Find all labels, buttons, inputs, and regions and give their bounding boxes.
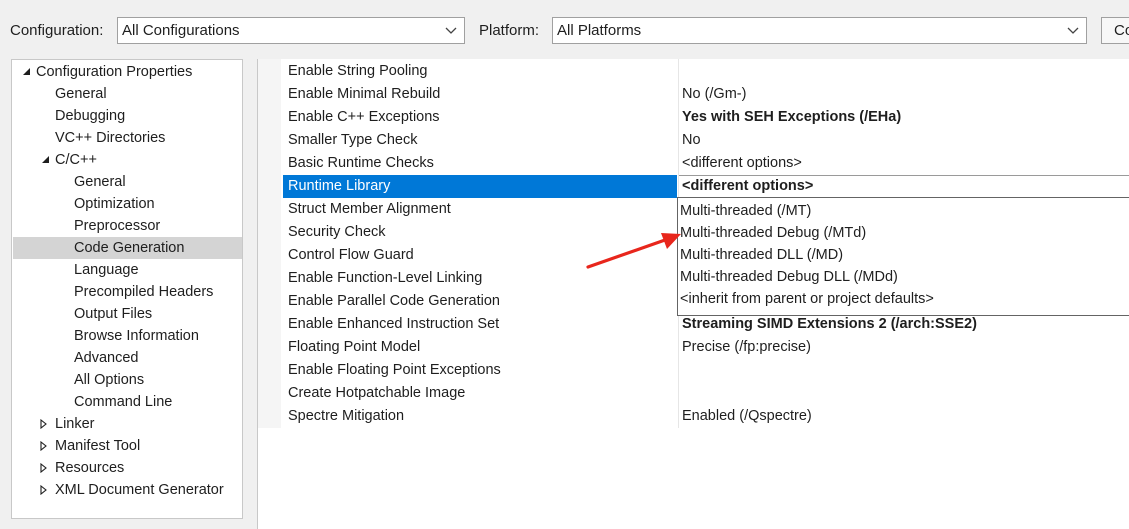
property-row[interactable]: Basic Runtime Checks <different options> (258, 152, 1129, 175)
property-name: Floating Point Model (288, 339, 421, 355)
tree-item-general[interactable]: General (55, 83, 107, 105)
dropdown-option-mt[interactable]: Multi-threaded (/MT) (680, 200, 811, 222)
property-name: Enable Enhanced Instruction Set (288, 316, 500, 332)
tree-item-manifest-tool[interactable]: Manifest Tool (55, 435, 140, 457)
tree-item-precompiled-headers[interactable]: Precompiled Headers (74, 281, 213, 303)
triangle-collapsed-icon[interactable] (39, 419, 49, 429)
annotation-arrow-icon (586, 233, 681, 269)
property-value: Precise (/fp:precise) (682, 339, 811, 355)
property-name: Enable String Pooling (288, 63, 428, 79)
runtime-library-dropdown-list[interactable]: Multi-threaded (/MT) Multi-threaded Debu… (677, 197, 1129, 316)
property-name: Enable Parallel Code Generation (288, 293, 500, 309)
tree-item-preprocessor[interactable]: Preprocessor (74, 215, 160, 237)
chevron-down-icon (445, 27, 457, 34)
property-row[interactable]: Enable Enhanced Instruction Set Streamin… (258, 313, 1129, 336)
property-row[interactable]: Enable Minimal Rebuild No (/Gm-) (258, 83, 1129, 106)
property-name: Smaller Type Check (288, 132, 418, 148)
property-row[interactable]: Smaller Type Check No (258, 129, 1129, 152)
tree-item-xml-document-generator[interactable]: XML Document Generator (55, 479, 224, 501)
property-value: <different options> (682, 155, 802, 171)
property-row[interactable]: Enable String Pooling (258, 60, 1129, 83)
tree-item-linker[interactable]: Linker (55, 413, 95, 435)
tree-item-vc-directories[interactable]: VC++ Directories (55, 127, 165, 149)
property-value: Enabled (/Qspectre) (682, 408, 812, 424)
property-name: Enable C++ Exceptions (288, 109, 440, 125)
property-row[interactable]: Enable Floating Point Exceptions (258, 359, 1129, 382)
property-name: Runtime Library (288, 178, 391, 194)
property-row-runtime-library[interactable]: Runtime Library <different options> (258, 175, 1129, 198)
configuration-dropdown[interactable]: All Configurations (117, 17, 465, 44)
property-row[interactable]: Floating Point Model Precise (/fp:precis… (258, 336, 1129, 359)
triangle-collapsed-icon[interactable] (39, 441, 49, 451)
property-name: Control Flow Guard (288, 247, 414, 263)
tree-item-advanced[interactable]: Advanced (74, 347, 139, 369)
dropdown-option-mtd[interactable]: Multi-threaded Debug (/MTd) (680, 222, 866, 244)
property-name: Enable Function-Level Linking (288, 270, 483, 286)
triangle-collapsed-icon[interactable] (39, 485, 49, 495)
configuration-manager-button-label: Co (1114, 22, 1129, 39)
tree-item-c-cpp[interactable]: C/C++ (55, 149, 97, 171)
configuration-value: All Configurations (122, 22, 240, 39)
chevron-down-icon (1067, 27, 1079, 34)
tree-item-cpp-general[interactable]: General (74, 171, 126, 193)
property-name: Spectre Mitigation (288, 408, 405, 424)
dropdown-option-mdd[interactable]: Multi-threaded Debug DLL (/MDd) (680, 266, 898, 288)
tree-item-language[interactable]: Language (74, 259, 139, 281)
property-value: <different options> (682, 178, 814, 194)
tree-item-output-files[interactable]: Output Files (74, 303, 152, 325)
tree-item-configuration-properties[interactable]: Configuration Properties (36, 61, 192, 83)
tree-item-code-generation[interactable]: Code Generation (74, 237, 184, 259)
dropdown-option-inherit[interactable]: <inherit from parent or project defaults… (680, 288, 934, 310)
property-name: Create Hotpatchable Image (288, 385, 466, 401)
property-row[interactable]: Spectre Mitigation Enabled (/Qspectre) (258, 405, 1129, 428)
tree-item-debugging[interactable]: Debugging (55, 105, 125, 127)
property-value: Yes with SEH Exceptions (/EHa) (682, 109, 902, 125)
tree-item-resources[interactable]: Resources (55, 457, 124, 479)
tree-item-browse-information[interactable]: Browse Information (74, 325, 199, 347)
property-value: No (682, 132, 701, 148)
tree-item-all-options[interactable]: All Options (74, 369, 144, 391)
property-name: Security Check (288, 224, 386, 240)
platform-dropdown[interactable]: All Platforms (552, 17, 1087, 44)
property-name: Enable Floating Point Exceptions (288, 362, 501, 378)
triangle-collapsed-icon[interactable] (39, 463, 49, 473)
property-name: Struct Member Alignment (288, 201, 451, 217)
property-name: Enable Minimal Rebuild (288, 86, 441, 102)
property-name: Basic Runtime Checks (288, 155, 434, 171)
triangle-expanded-icon[interactable] (22, 67, 32, 77)
platform-value: All Platforms (557, 22, 642, 39)
configuration-manager-button[interactable]: Co (1101, 17, 1129, 44)
property-row[interactable]: Enable C++ Exceptions Yes with SEH Excep… (258, 106, 1129, 129)
dropdown-option-md[interactable]: Multi-threaded DLL (/MD) (680, 244, 843, 266)
tree-item-optimization[interactable]: Optimization (74, 193, 155, 215)
property-row[interactable]: Create Hotpatchable Image (258, 382, 1129, 405)
configuration-label: Configuration: (10, 22, 104, 39)
property-value: No (/Gm-) (682, 86, 747, 102)
tree-item-command-line[interactable]: Command Line (74, 391, 172, 413)
property-value: Streaming SIMD Extensions 2 (/arch:SSE2) (682, 316, 977, 332)
platform-label: Platform: (479, 22, 540, 39)
triangle-expanded-icon[interactable] (41, 155, 51, 165)
property-tree[interactable]: Configuration Properties General Debuggi… (11, 59, 243, 519)
